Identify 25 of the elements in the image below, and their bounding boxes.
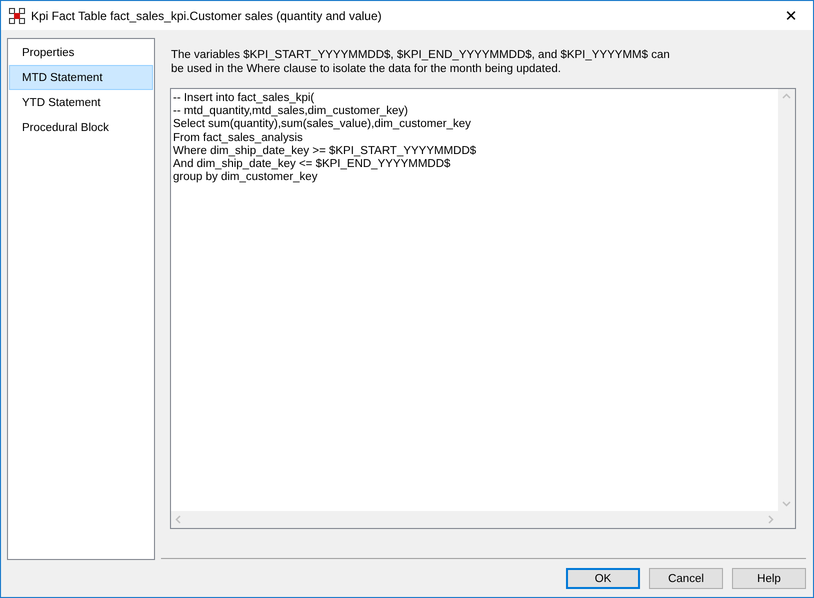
window-title: Kpi Fact Table fact_sales_kpi.Customer sales (quantity and value) — [31, 8, 383, 22]
scroll-left-icon[interactable] — [175, 515, 181, 524]
dialog-button[interactable]: Cancel — [649, 568, 723, 589]
description-text: The variables $KPI_START_YYYYMMDD$, $KPI_END_YYYYMMDD$, and $KPI_YYYYMM$ can be used in the Where clause to isolate the data for the month being updated. — [171, 48, 671, 76]
sidebar-item[interactable]: Properties — [9, 40, 153, 65]
scroll-right-icon[interactable] — [768, 515, 774, 524]
horizontal-scrollbar[interactable] — [171, 511, 778, 528]
code-editor[interactable] — [170, 88, 796, 529]
app-icon — [9, 8, 25, 24]
scroll-up-icon[interactable] — [782, 93, 791, 99]
sidebar-item[interactable]: YTD Statement — [9, 90, 153, 115]
code-line: Where dim_ship_date_key >= $KPI_START_YYYYMMDD$ — [173, 144, 478, 158]
sidebar-item[interactable]: Procedural Block — [9, 115, 153, 140]
dialog-button[interactable]: Help — [732, 568, 806, 589]
code-line: group by dim_customer_key — [173, 171, 318, 184]
code-line: From fact_sales_analysis — [173, 132, 304, 145]
close-button[interactable]: ✕ — [769, 1, 813, 30]
code-line: -- Insert into fact_sales_kpi( — [173, 92, 316, 106]
dialog-button[interactable]: OK — [566, 568, 640, 589]
vertical-scrollbar[interactable] — [778, 89, 795, 511]
sidebar-item[interactable]: MTD Statement — [9, 65, 153, 90]
code-line: And dim_ship_date_key <= $KPI_END_YYYYMMDD$ — [173, 158, 452, 172]
code-line: Select sum(quantity),sum(sales_value),dim_customer_key — [173, 118, 472, 132]
scroll-down-icon[interactable] — [782, 501, 791, 507]
code-line: -- mtd_quantity,mtd_sales,dim_customer_key) — [173, 105, 409, 118]
